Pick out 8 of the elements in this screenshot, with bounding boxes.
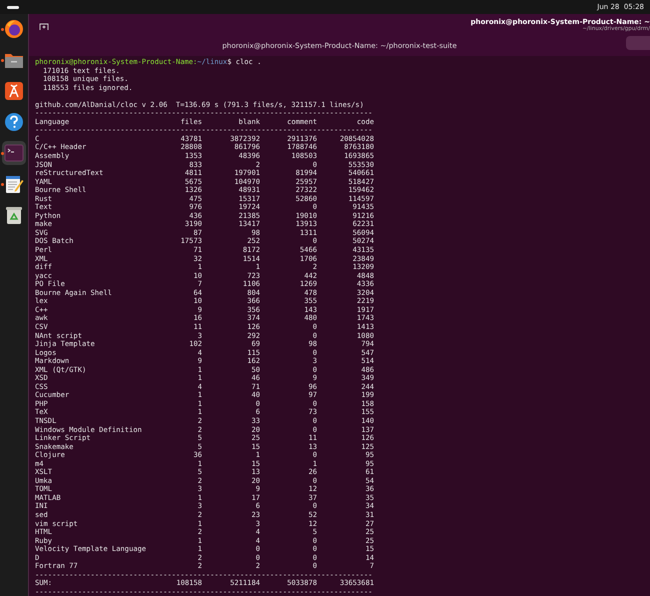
app-store-icon[interactable] [4,81,24,101]
folder-icon[interactable] [4,51,24,69]
activities-indicator[interactable] [7,6,19,8]
trash-icon[interactable] [5,205,23,225]
new-tab-icon[interactable] [39,23,49,31]
text-editor-icon[interactable] [4,174,24,194]
help-icon[interactable] [4,112,24,132]
fox-globe-icon[interactable] [4,19,24,39]
